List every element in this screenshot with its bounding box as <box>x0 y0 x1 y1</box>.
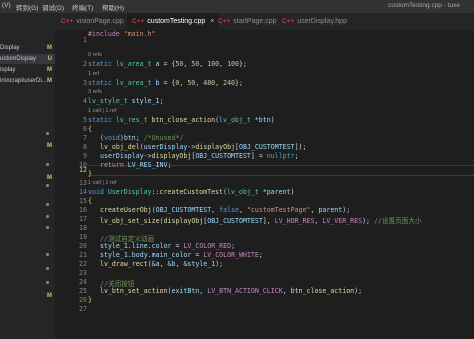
code-line-3: static lv_area_t b = {0, 50, 480, 240}; <box>88 79 243 87</box>
cpp-file-icon: C++ <box>282 18 295 25</box>
window-title: customTesting.cpp - tuxe <box>388 2 460 9</box>
code-line-7: (void)btn; /*Unused*/ <box>100 134 184 142</box>
line-number: 15 <box>79 197 87 205</box>
line-number: 9 <box>83 152 87 160</box>
close-icon[interactable]: × <box>210 18 214 25</box>
explorer-sidebar: Display M ustomDisplay U isplay M in\ncrapi… <box>0 13 55 339</box>
line-number: 1 <box>83 36 87 44</box>
code-line-15: createUserObj(OBJ_CUSTOMTEST, false, "cu… <box>100 206 351 214</box>
menu-goto[interactable]: 转到(G) <box>16 2 38 12</box>
folder-dot-icon <box>46 203 49 206</box>
sidebar-item-m2[interactable]: M <box>0 173 55 183</box>
cpp-file-icon: C++ <box>132 18 145 25</box>
line-number: 4 <box>83 97 87 105</box>
line-number: 22 <box>79 260 87 268</box>
line-number: 7 <box>83 134 87 142</box>
code-line-14: { <box>88 197 92 205</box>
folder-dot-icon <box>46 163 49 166</box>
tab-visionpage[interactable]: C++ visionPage.cpp <box>61 13 124 30</box>
code-line-8: lv_obj_del(userDisplay->displayObj[OBJ_C… <box>100 143 307 151</box>
line-number: 13 <box>79 179 87 187</box>
folder-dot-icon <box>46 267 49 270</box>
code-line-20: style_1.body.main_color = LV_COLOR_WHITE… <box>100 251 263 259</box>
codelens-refs[interactable]: 1 ref <box>88 71 99 77</box>
folder-dot-icon <box>46 281 49 284</box>
line-number: 3 <box>83 79 87 87</box>
sidebar-item-userdisplay[interactable]: in\ncrapi\userDi... M <box>0 76 55 86</box>
sidebar-item-m3[interactable]: M <box>0 291 55 301</box>
line-number: 25 <box>79 287 87 295</box>
line-number: 2 <box>83 60 87 68</box>
sidebar-item-custom-display[interactable]: ustomDisplay U <box>0 54 55 64</box>
code-line-11: } <box>88 170 92 178</box>
code-line-13: void UserDisplay::createCustomTest(lv_ob… <box>88 188 295 196</box>
line-number: 14 <box>79 188 87 196</box>
line-number: 17 <box>79 215 87 223</box>
line-number: 20 <box>79 242 87 250</box>
code-line-16: lv_obj_set_size(displayObj[OBJ_CUSTOMTES… <box>100 217 422 225</box>
line-number: 21 <box>79 251 87 259</box>
code-line-4: lv_style_t style_1; <box>88 97 164 105</box>
code-line-24: lv_btn_set_action(exitBtn, LV_BTN_ACTION… <box>100 287 363 295</box>
code-line-19: style_1.line.color = LV_COLOR_RED; <box>100 242 236 250</box>
line-number: 26 <box>79 296 87 304</box>
sidebar-item-display[interactable]: Display M <box>0 43 55 53</box>
menu-view[interactable]: (V) <box>2 2 11 9</box>
line-number: 24 <box>79 278 87 286</box>
tab-startpage[interactable]: C++ startPage.cpp <box>218 13 277 30</box>
code-editor[interactable]: 1 2 3 4 5 6 7 8 9 10 12 13 14 15 16 17 1… <box>55 30 474 339</box>
line-number: 18 <box>79 224 87 232</box>
menu-terminal[interactable]: 终端(T) <box>72 2 93 12</box>
code-line-2: static lv_area_t a = {50, 50, 100, 100}; <box>88 60 247 68</box>
line-number: 6 <box>83 125 87 133</box>
line-number: 23 <box>79 269 87 277</box>
codelens-calls-refs[interactable]: 1 call | 1 ref <box>88 180 116 186</box>
line-number: 19 <box>79 233 87 241</box>
code-line-6: { <box>88 125 92 133</box>
editor-tab-bar: C++ visionPage.cpp C++ customTesting.cpp × … <box>55 13 474 30</box>
sidebar-item-isplay[interactable]: isplay M <box>0 65 55 75</box>
folder-dot-icon <box>46 215 49 218</box>
code-line-9: userDisplay->displayObj[OBJ_CUSTOMTEST] … <box>100 152 299 160</box>
codelens-refs[interactable]: 3 refs <box>88 89 102 95</box>
tab-userdisplay[interactable]: C++ userDisplay.hpp <box>282 13 347 30</box>
sidebar-item-m1[interactable]: M <box>0 141 55 151</box>
code-line-5: static lv_res_t btn_close_action(lv_obj_… <box>88 116 275 124</box>
line-number-current: 12 <box>79 166 87 174</box>
line-number: 5 <box>83 116 87 124</box>
line-number: 16 <box>79 206 87 214</box>
menu-debug[interactable]: 调试(D) <box>42 2 64 12</box>
codelens-refs[interactable]: 0 refs <box>88 52 102 58</box>
code-line-1: #include "main.h" <box>88 30 156 38</box>
line-number: 27 <box>79 305 87 313</box>
cpp-file-icon: C++ <box>218 18 231 25</box>
folder-dot-icon <box>46 226 49 229</box>
menu-bar: (V) 转到(G) 调试(D) 终端(T) 帮助(H) customTestin… <box>0 0 474 13</box>
code-line-21: lv_draw_rect(&a, &b, &style_1); <box>100 260 224 268</box>
tab-customtesting[interactable]: C++ customTesting.cpp × <box>127 13 220 30</box>
folder-dot-icon <box>46 253 49 256</box>
code-line-10: return LV_RES_INV; <box>100 161 172 169</box>
cpp-file-icon: C++ <box>61 18 74 25</box>
menu-help[interactable]: 帮助(H) <box>102 2 124 12</box>
code-line-25: } <box>88 296 92 304</box>
codelens-calls-refs[interactable]: 1 call | 1 ref <box>88 108 116 114</box>
folder-dot-icon <box>46 132 49 135</box>
line-number: 8 <box>83 143 87 151</box>
folder-dot-icon <box>46 184 49 187</box>
